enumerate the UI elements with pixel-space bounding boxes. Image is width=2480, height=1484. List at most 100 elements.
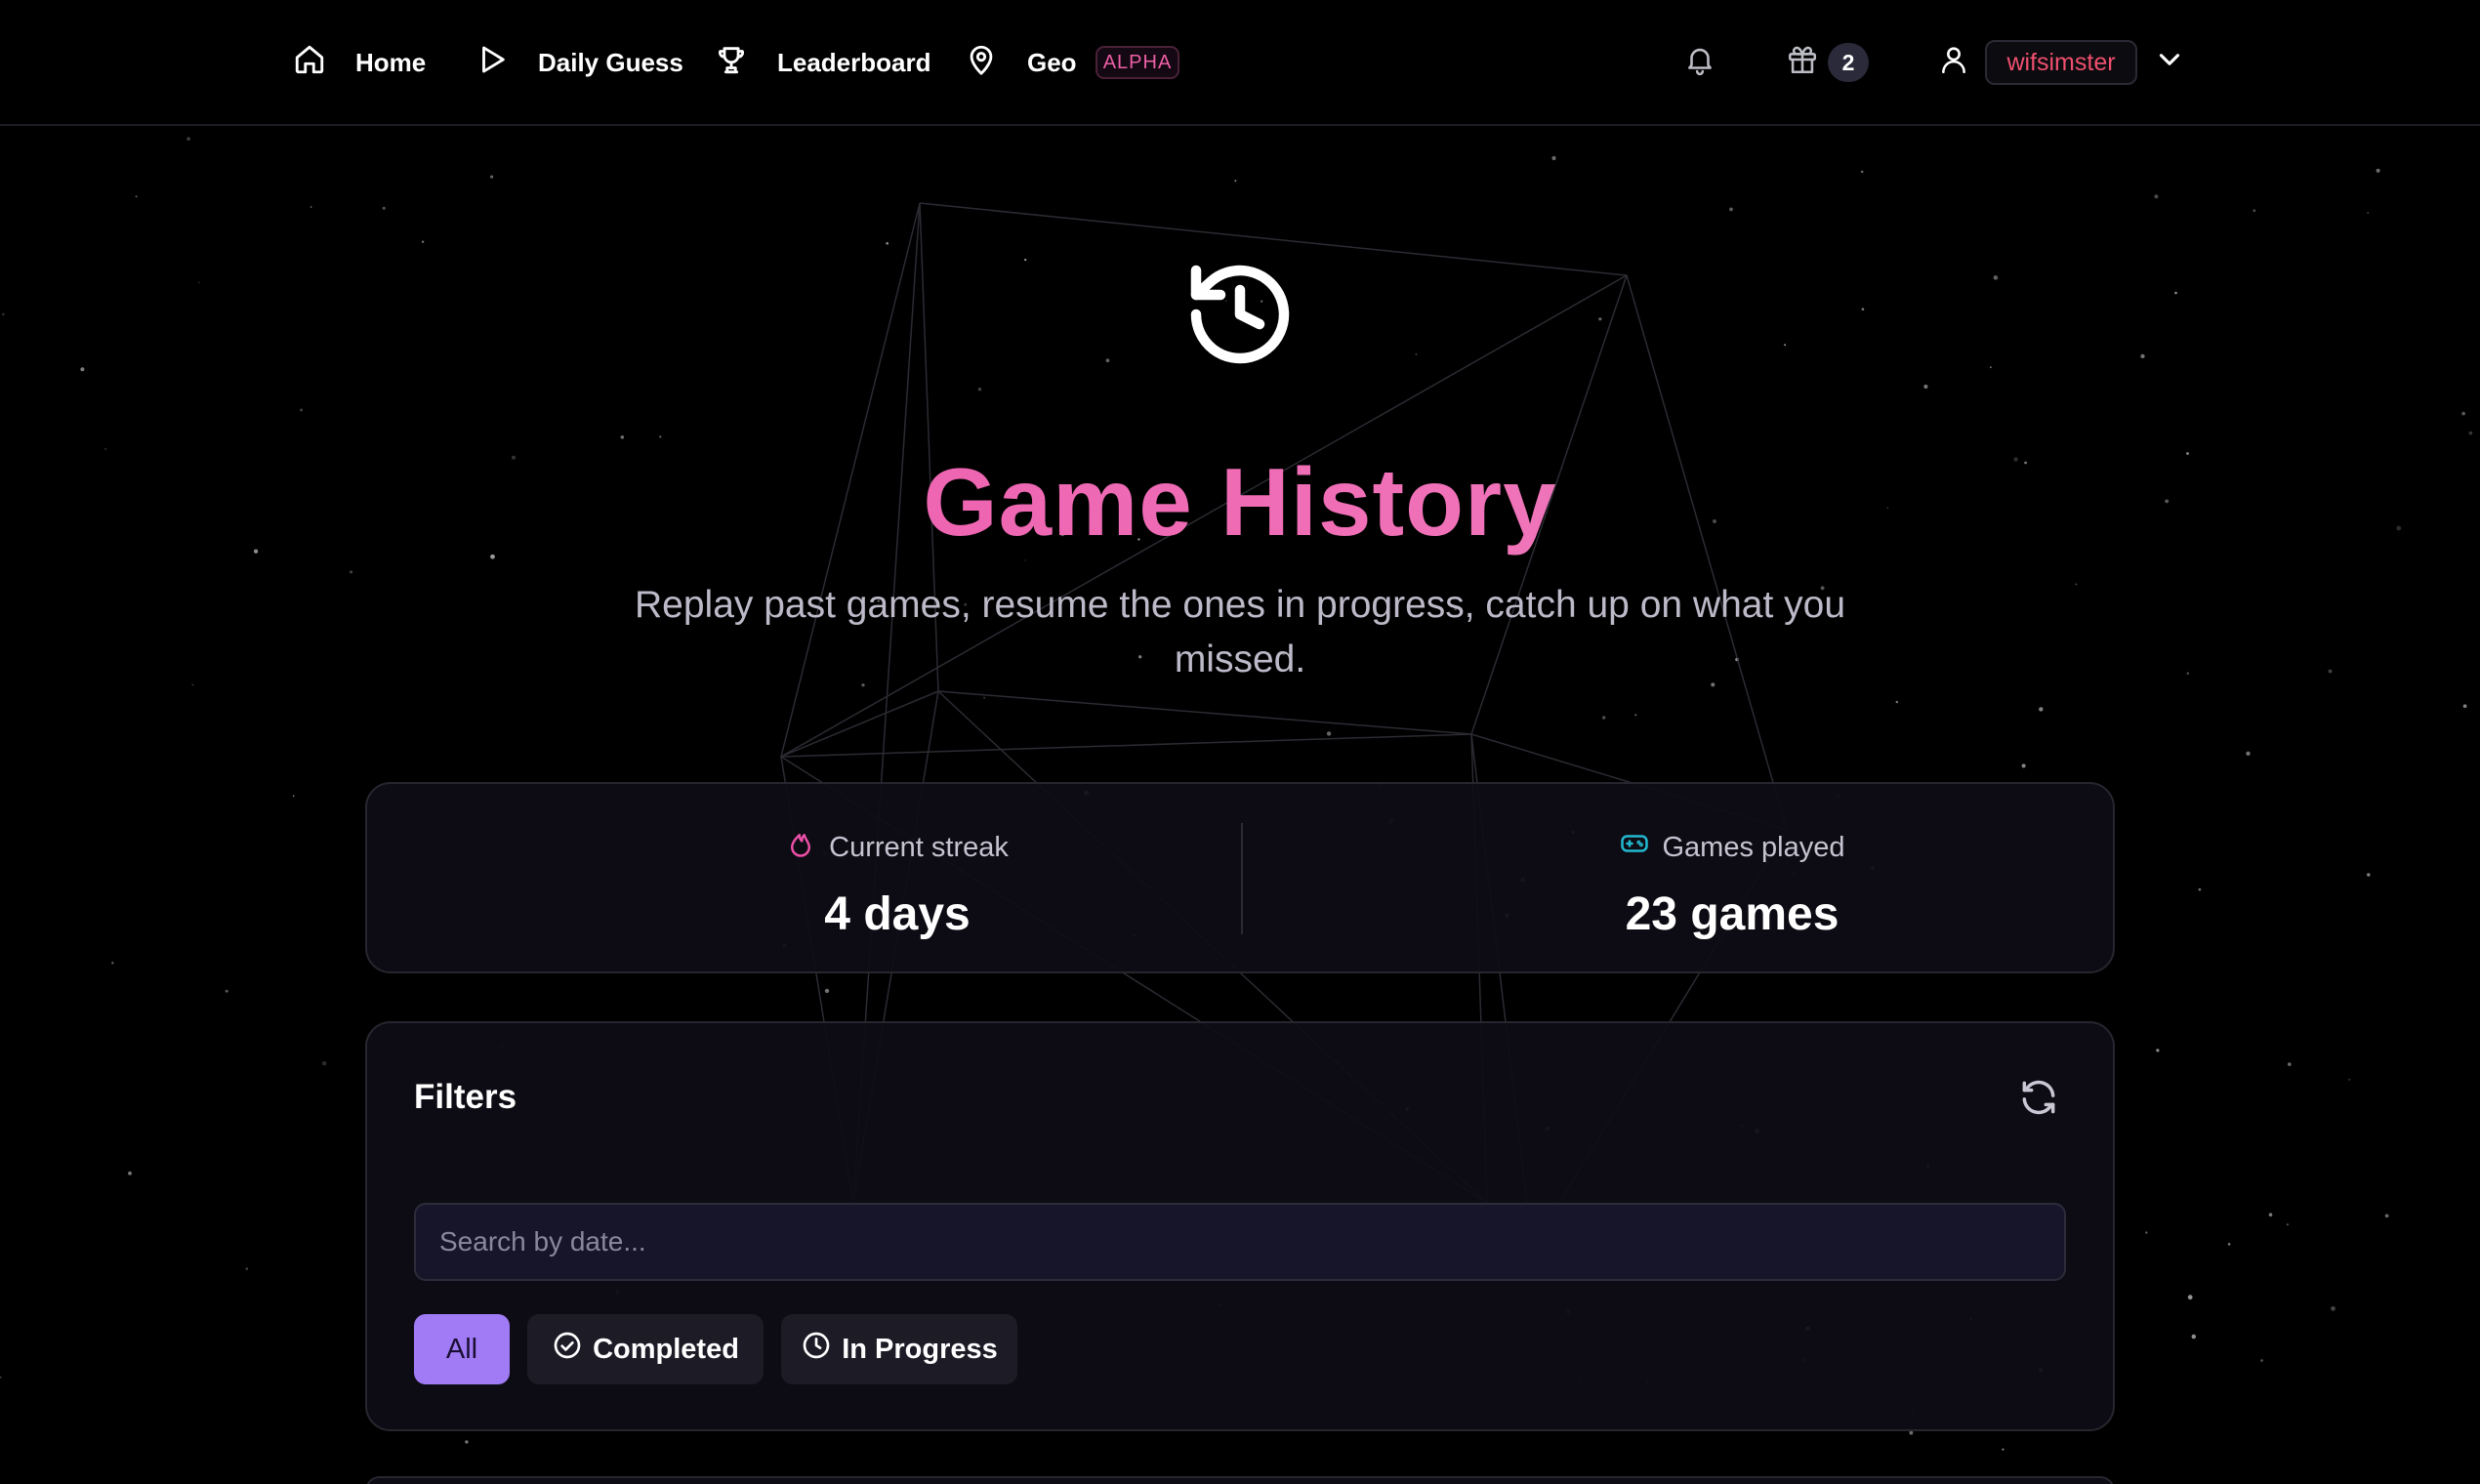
star: [1326, 731, 1332, 736]
star: [2348, 1078, 2351, 1081]
star: [1551, 155, 1556, 161]
star: [0, 1376, 2, 1379]
star: [620, 435, 625, 439]
star: [191, 683, 194, 686]
star: [2198, 887, 2202, 891]
user-menu-dropdown[interactable]: [2147, 39, 2192, 84]
star: [1634, 714, 1637, 717]
gift-count-badge: 2: [1828, 43, 1869, 82]
star: [1729, 207, 1733, 212]
star: [300, 408, 304, 412]
nav-leaderboard[interactable]: Leaderboard: [715, 33, 931, 92]
star: [1602, 716, 1606, 720]
star: [128, 1171, 132, 1175]
page: Home Daily Guess Leaderboard Geo ALPHA 2…: [0, 0, 2480, 1484]
star: [2174, 291, 2177, 295]
profile-button[interactable]: [1931, 39, 1976, 84]
page-title: Game History: [0, 447, 2480, 557]
star: [2367, 873, 2371, 877]
notifications-button[interactable]: [1677, 39, 1722, 84]
star: [977, 388, 982, 392]
star: [421, 240, 425, 243]
play-icon: [475, 43, 509, 83]
star: [2384, 1214, 2389, 1218]
stats-divider: [1241, 823, 1243, 934]
history-icon: [1190, 265, 1290, 364]
nav-geo-label: Geo: [1027, 47, 1077, 77]
gamepad-icon: [1620, 829, 1649, 866]
search-input[interactable]: [414, 1203, 2066, 1281]
star: [2075, 583, 2078, 586]
gifts-button[interactable]: [1780, 39, 1825, 84]
streak-value: 4 days: [824, 888, 971, 940]
star: [2260, 1359, 2263, 1362]
star: [1024, 258, 1027, 262]
game-list-card: [365, 1476, 2115, 1484]
star: [2331, 1305, 2335, 1311]
bell-icon: [1683, 43, 1716, 81]
star: [292, 795, 295, 797]
star: [1234, 180, 1237, 183]
star: [2156, 1049, 2160, 1052]
star: [2367, 211, 2370, 214]
refresh-icon[interactable]: [2017, 1076, 2060, 1119]
trophy-icon: [715, 43, 748, 83]
star: [1923, 384, 1928, 390]
star: [1105, 358, 1110, 363]
star: [382, 206, 386, 210]
star: [2246, 751, 2251, 756]
star: [2286, 1223, 2289, 1226]
nav-home[interactable]: Home: [293, 33, 426, 92]
star: [1784, 344, 1787, 347]
star: [2468, 431, 2473, 435]
star: [886, 241, 889, 245]
stats-card: Current streak 4 days Games played 23 ga…: [365, 782, 2115, 973]
star: [2227, 1243, 2231, 1246]
nav-geo[interactable]: Geo: [965, 33, 1077, 92]
nav-daily-guess[interactable]: Daily Guess: [475, 33, 683, 92]
star: [2287, 1062, 2292, 1066]
home-icon: [293, 43, 326, 83]
star: [1415, 352, 1418, 356]
star: [659, 435, 662, 438]
star: [310, 206, 312, 208]
star: [1909, 1430, 1914, 1435]
star: [111, 962, 114, 965]
star: [490, 175, 494, 179]
star: [2154, 194, 2159, 199]
filter-completed-button[interactable]: Completed: [527, 1314, 764, 1384]
user-icon: [1937, 43, 1970, 81]
check-circle-icon: [552, 1330, 583, 1369]
star: [2191, 1334, 2197, 1340]
streak-label: Current streak: [829, 831, 1009, 863]
star: [1, 312, 5, 316]
top-navbar: Home Daily Guess Leaderboard Geo ALPHA 2…: [0, 0, 2480, 126]
filters-title: Filters: [414, 1078, 517, 1116]
star: [1990, 366, 1992, 369]
star: [2002, 1448, 2005, 1451]
filters-card: Filters All Completed In Progress: [365, 1021, 2115, 1431]
star: [2187, 1295, 2193, 1300]
star: [1993, 275, 1999, 280]
nav-daily-guess-label: Daily Guess: [538, 47, 683, 77]
star: [465, 1440, 469, 1444]
star: [80, 367, 85, 372]
star: [2268, 1213, 2273, 1217]
star: [1895, 700, 1899, 704]
star: [321, 1060, 327, 1066]
star: [135, 195, 138, 198]
filter-all-button[interactable]: All: [414, 1314, 510, 1384]
username-chip[interactable]: wifsimster: [1985, 40, 2137, 85]
star: [983, 696, 985, 699]
page-subtitle: Replay past games, resume the ones in pr…: [634, 584, 1846, 680]
star: [197, 281, 200, 284]
star: [2328, 669, 2333, 674]
star: [350, 570, 353, 574]
star: [2145, 1231, 2148, 1234]
filter-in-progress-button[interactable]: In Progress: [781, 1314, 1017, 1384]
star: [1860, 170, 1864, 174]
games-played-value: 23 games: [1625, 888, 1839, 940]
chevron-down-icon: [2153, 43, 2186, 81]
streak-stat: Current streak 4 days: [604, 829, 1190, 941]
star: [1861, 308, 1865, 311]
